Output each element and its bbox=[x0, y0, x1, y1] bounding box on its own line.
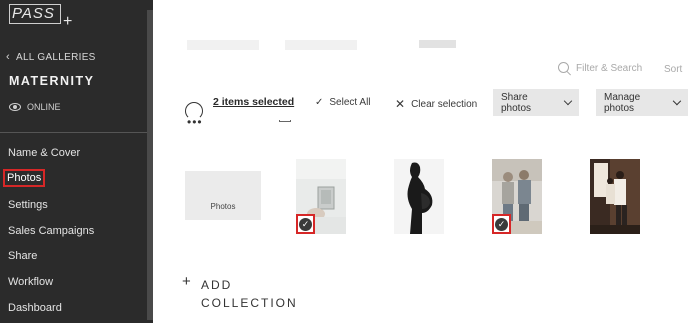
clear-selection-label: Clear selection bbox=[411, 98, 478, 110]
share-photos-label: Share photos bbox=[501, 91, 532, 114]
plus-icon: + bbox=[63, 13, 73, 30]
all-galleries-link[interactable]: ‹ ALL GALLERIES bbox=[6, 51, 96, 63]
photo-select-checkbox[interactable]: ✓ bbox=[296, 214, 315, 234]
sidebar-item-dashboard[interactable]: Dashboard bbox=[8, 302, 62, 314]
sidebar-item-photos[interactable]: Photos bbox=[3, 169, 46, 187]
faded-header-block bbox=[419, 40, 456, 48]
search-icon bbox=[558, 62, 571, 75]
eye-icon bbox=[9, 103, 21, 111]
photo-thumbnail[interactable] bbox=[590, 159, 640, 234]
sidebar-item-settings[interactable]: Settings bbox=[8, 199, 48, 211]
app-window: PASS + ‹ ALL GALLERIES MATERNITY ONLINE … bbox=[0, 0, 688, 323]
close-icon: ✕ bbox=[395, 97, 406, 111]
faded-header-block bbox=[187, 40, 259, 50]
checkmark-icon: ✓ bbox=[495, 217, 508, 231]
add-collection-line2: COLLECTION bbox=[201, 296, 298, 310]
share-photos-button[interactable]: Share photos bbox=[493, 89, 579, 116]
all-galleries-label: ALL GALLERIES bbox=[15, 51, 96, 63]
main-content: Filter & Search Sort FIRST LOOK ••• 2 it… bbox=[153, 0, 688, 323]
manage-photos-button[interactable]: Manage photos bbox=[596, 89, 688, 116]
photo-image bbox=[394, 159, 444, 234]
add-collection-line1: ADD bbox=[201, 278, 233, 292]
checkmark-icon: ✓ bbox=[299, 217, 312, 231]
check-icon: ✓ bbox=[315, 97, 324, 108]
filter-search[interactable]: Filter & Search bbox=[558, 62, 642, 75]
logo-text: PASS bbox=[12, 5, 55, 22]
sidebar-item-share[interactable]: Share bbox=[8, 250, 37, 262]
status-label: ONLINE bbox=[27, 102, 61, 112]
sidebar-item-workflow[interactable]: Workflow bbox=[8, 276, 53, 288]
more-dots-icon[interactable]: ••• bbox=[187, 116, 203, 128]
gallery-title: MATERNITY bbox=[9, 74, 95, 88]
sidebar-item-name-cover[interactable]: Name & Cover bbox=[8, 147, 80, 159]
chevron-left-icon: ‹ bbox=[6, 51, 10, 63]
sort-button[interactable]: Sort bbox=[664, 64, 682, 75]
gallery-status[interactable]: ONLINE bbox=[9, 102, 61, 112]
pass-logo[interactable]: PASS + bbox=[9, 4, 73, 30]
photo-select-checkbox[interactable]: ✓ bbox=[492, 214, 511, 234]
search-placeholder: Filter & Search bbox=[576, 63, 643, 74]
photo-thumbnail[interactable]: ✓ bbox=[296, 159, 346, 234]
chevron-down-icon bbox=[673, 96, 682, 106]
photo-image bbox=[590, 159, 640, 234]
select-all-label: Select All bbox=[329, 97, 371, 108]
items-selected-count[interactable]: 2 items selected bbox=[213, 96, 294, 108]
sidebar-item-sales-campaigns[interactable]: Sales Campaigns bbox=[8, 225, 94, 237]
manage-photos-label: Manage photos bbox=[604, 91, 641, 114]
photo-thumbnail[interactable]: ✓ bbox=[492, 159, 542, 234]
faded-header-block bbox=[285, 40, 357, 50]
photo-thumbnail[interactable] bbox=[394, 159, 444, 234]
sidebar-divider bbox=[0, 132, 147, 133]
clear-selection-button[interactable]: ✕ Clear selection bbox=[395, 97, 477, 111]
add-collection-button[interactable]: ADD COLLECTION bbox=[201, 276, 298, 312]
chevron-down-icon bbox=[563, 96, 573, 106]
sidebar: PASS + ‹ ALL GALLERIES MATERNITY ONLINE … bbox=[0, 0, 153, 323]
selection-toolbar: ••• 2 items selected ✓ Select All ✕ Clea… bbox=[181, 86, 688, 128]
add-collection-plus-icon[interactable]: + bbox=[182, 273, 191, 290]
select-all-button[interactable]: ✓ Select All bbox=[315, 97, 371, 108]
collection-tile[interactable]: Photos bbox=[185, 171, 261, 220]
collection-tile-label: Photos bbox=[210, 202, 236, 211]
